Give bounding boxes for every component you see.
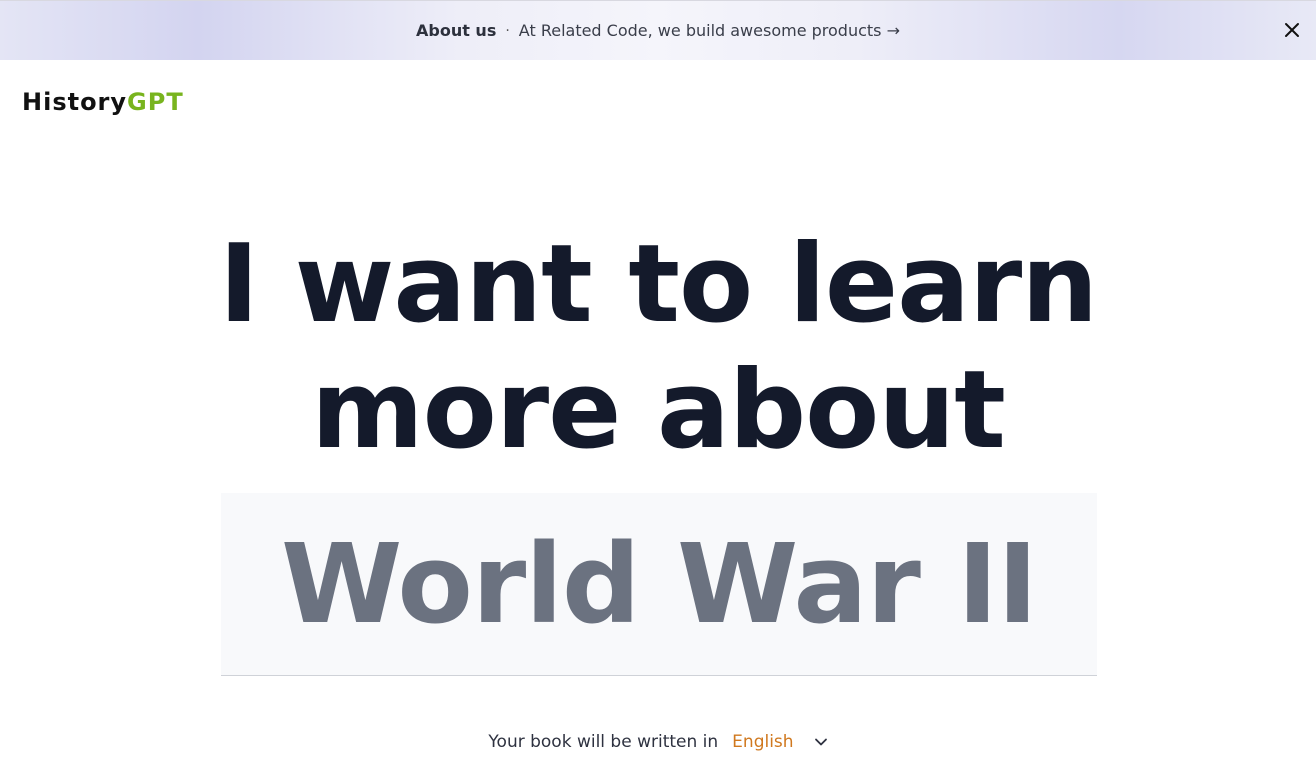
topic-input[interactable]: [221, 493, 1097, 675]
banner-separator: ·: [505, 22, 510, 39]
logo-text-gpt: GPT: [127, 88, 184, 116]
close-banner-button[interactable]: [1280, 18, 1304, 42]
logo-text-history: History: [22, 88, 128, 116]
hero-headline: I want to learn more about: [0, 222, 1316, 474]
language-prefix-label: Your book will be written in: [488, 732, 719, 752]
announcement-banner: About us · At Related Code, we build awe…: [0, 0, 1316, 60]
language-select[interactable]: English: [732, 732, 793, 752]
topic-input-container: [221, 493, 1097, 676]
language-dropdown-toggle[interactable]: [814, 735, 828, 749]
banner-message-link[interactable]: At Related Code, we build awesome produc…: [519, 21, 900, 40]
hero-line-1: I want to learn: [218, 222, 1098, 347]
language-selector-row: Your book will be written in English: [0, 732, 1316, 752]
about-us-link[interactable]: About us: [416, 21, 496, 40]
close-icon: [1285, 23, 1299, 37]
hero-line-2: more about: [311, 348, 1006, 473]
brand-logo[interactable]: HistoryGPT: [22, 88, 184, 116]
chevron-down-icon: [814, 738, 827, 746]
